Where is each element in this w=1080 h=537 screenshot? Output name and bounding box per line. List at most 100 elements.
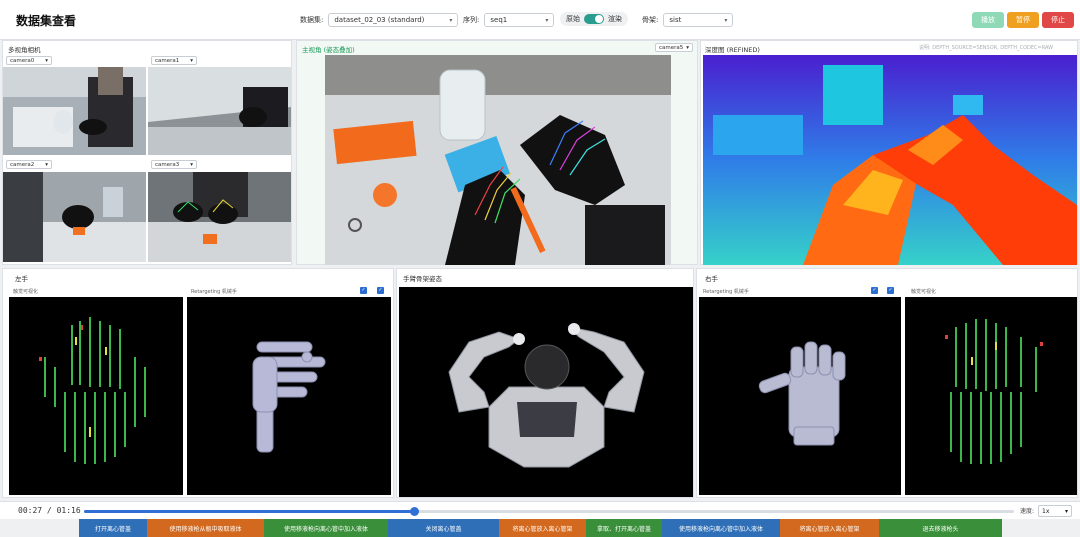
left-checkbox-2[interactable]: ✓ (377, 287, 384, 294)
playback-bar: 00:27 / 01:16 速度: 1x ▾ (0, 501, 1080, 519)
mode-toggle[interactable] (584, 14, 604, 24)
arm-pose-view[interactable] (399, 287, 693, 497)
dataset-control: 数据集: dataset_02_03 (standard) ▾ (300, 13, 459, 27)
humanoid-render (448, 323, 645, 468)
skeleton-value: sist (669, 16, 682, 24)
step-segments: 打开离心管盖 使用移液枪从瓶中吸取液体 使用移液枪向离心管中加入液体 关闭离心管盖 将离… (79, 519, 1002, 537)
camera2-image (3, 172, 146, 262)
depth-view-image[interactable] (703, 55, 1077, 265)
step-segment[interactable]: 退去移液枪头 (879, 519, 1002, 537)
left-robot-hand-view[interactable] (187, 297, 391, 495)
right-hand-title: 右手 (705, 275, 718, 283)
chevron-down-icon: ▾ (1064, 507, 1068, 515)
main-camera-select[interactable]: camera5 ▾ (655, 43, 693, 52)
right-tactile-view[interactable] (905, 297, 1077, 495)
skeleton-label: 骨架: (642, 16, 659, 24)
dataset-label: 数据集: (300, 16, 324, 24)
step-segment[interactable]: 打开离心管盖 (79, 519, 147, 537)
chevron-down-icon: ▾ (190, 161, 193, 168)
mode-pill: 原始 渲染 (560, 12, 628, 26)
left-tactile-heatmap (39, 317, 146, 464)
camera1-name: camera1 (155, 57, 180, 64)
camera3-image (148, 172, 291, 262)
play-button[interactable]: 播放 (972, 12, 1004, 28)
step-segment[interactable]: 将离心管放入离心管架 (780, 519, 879, 537)
sequence-select[interactable]: seq1 ▾ (484, 13, 555, 27)
pause-button[interactable]: 暂停 (1007, 12, 1039, 28)
chevron-down-icon: ▾ (686, 44, 689, 51)
left-checkbox-1[interactable]: ✓ (360, 287, 367, 294)
right-checkbox-2[interactable]: ✓ (887, 287, 894, 294)
camera1-select[interactable]: camera1 ▾ (151, 56, 197, 65)
camera1-view[interactable] (148, 67, 291, 155)
arm-pose-title: 手臂骨架姿态 (403, 275, 442, 283)
camera1-image (148, 67, 291, 155)
camera3-view[interactable] (148, 172, 291, 262)
app-root: 数据集查看 数据集: dataset_02_03 (standard) ▾ 序列… (0, 0, 1080, 537)
top-toolbar: 数据集查看 数据集: dataset_02_03 (standard) ▾ 序列… (0, 0, 1080, 40)
time-separator: / (46, 506, 52, 515)
main-camera-name: camera5 (659, 44, 684, 51)
left-robot-hand-render (252, 341, 326, 453)
seek-fill (84, 510, 415, 513)
mode-original-label: 原始 (566, 15, 580, 23)
left-hand-title: 左手 (15, 275, 28, 283)
left-tactile-view[interactable] (9, 297, 183, 495)
camera0-name: camera0 (10, 57, 35, 64)
main-view-title: 主视角 (姿态叠加) (302, 46, 355, 54)
left-hand-panel: 左手 触觉可视化 Retargeting 机械手 ✓ ✓ (2, 268, 394, 498)
mode-switch: 原始 渲染 (560, 12, 628, 26)
chevron-down-icon: ▾ (545, 16, 549, 24)
chevron-down-icon: ▾ (724, 16, 728, 24)
step-segment[interactable]: 使用移液枪向离心管中加入液体 (264, 519, 388, 537)
right-checkbox-1[interactable]: ✓ (871, 287, 878, 294)
camera2-select[interactable]: camera2 ▾ (6, 160, 52, 169)
app-title: 数据集查看 (16, 14, 77, 28)
right-robot-label: Retargeting 机械手 (703, 289, 749, 295)
camera0-select[interactable]: camera0 ▾ (6, 56, 52, 65)
camera0-view[interactable] (3, 67, 146, 155)
step-segment[interactable]: 使用移液枪从瓶中吸取液体 (147, 519, 264, 537)
step-segment[interactable]: 拿取、打开离心管盖 (586, 519, 662, 537)
main-view-panel: 主视角 (姿态叠加) camera5 ▾ (296, 40, 698, 265)
chevron-down-icon: ▾ (190, 57, 193, 64)
camera3-select[interactable]: camera3 ▾ (151, 160, 197, 169)
playback-time: 00:27 / 01:16 (18, 506, 81, 515)
skeleton-control: 骨架: sist ▾ (642, 13, 734, 27)
speed-select[interactable]: 1x ▾ (1038, 505, 1072, 517)
sequence-control: 序列: seq1 ▾ (463, 13, 555, 27)
mode-render-label: 渲染 (608, 15, 622, 23)
step-segment[interactable]: 使用移液枪向离心管中加入液体 (662, 519, 780, 537)
camera3-name: camera3 (155, 161, 180, 168)
left-tactile-label: 触觉可视化 (13, 289, 39, 295)
right-hand-panel: 右手 Retargeting 机械手 触觉可视化 ✓ ✓ (696, 268, 1078, 498)
camera2-view[interactable] (3, 172, 146, 262)
right-tactile-label: 触觉可视化 (911, 289, 937, 295)
step-segment[interactable]: 关闭离心管盖 (388, 519, 499, 537)
dataset-select[interactable]: dataset_02_03 (standard) ▾ (328, 13, 459, 27)
left-robot-label: Retargeting 机械手 (191, 289, 237, 295)
multi-camera-panel: 多视角相机 camera0 ▾ camera1 ▾ camera2 ▾ came… (2, 40, 292, 265)
stop-button[interactable]: 停止 (1042, 12, 1074, 28)
dataset-value: dataset_02_03 (standard) (334, 16, 425, 24)
current-time: 00:27 (18, 506, 43, 515)
depth-view-info: 说明: DEPTH_SOURCE=SENSOR, DEPTH_CODEC=RAW (919, 45, 1054, 51)
speed-label: 速度: (1020, 508, 1035, 515)
seek-track[interactable] (84, 507, 1014, 516)
total-time: 01:16 (56, 506, 81, 515)
chevron-down-icon: ▾ (45, 161, 48, 168)
skeleton-select[interactable]: sist ▾ (663, 13, 734, 27)
right-robot-hand-view[interactable] (699, 297, 901, 495)
depth-view-title: 深度图 (REFINED) (705, 46, 760, 54)
arm-pose-panel: 手臂骨架姿态 (396, 268, 694, 498)
depth-scene (703, 55, 1077, 265)
camera0-image (3, 67, 146, 155)
camera2-name: camera2 (10, 161, 35, 168)
main-view-image[interactable] (325, 55, 671, 265)
main-scene (325, 55, 671, 265)
step-segment[interactable]: 将离心管放入离心管架 (499, 519, 586, 537)
seek-handle[interactable] (410, 507, 420, 516)
chevron-down-icon: ▾ (45, 57, 48, 64)
depth-view-panel: 深度图 (REFINED) 说明: DEPTH_SOURCE=SENSOR, D… (700, 40, 1078, 265)
right-tactile-heatmap (945, 319, 1043, 464)
